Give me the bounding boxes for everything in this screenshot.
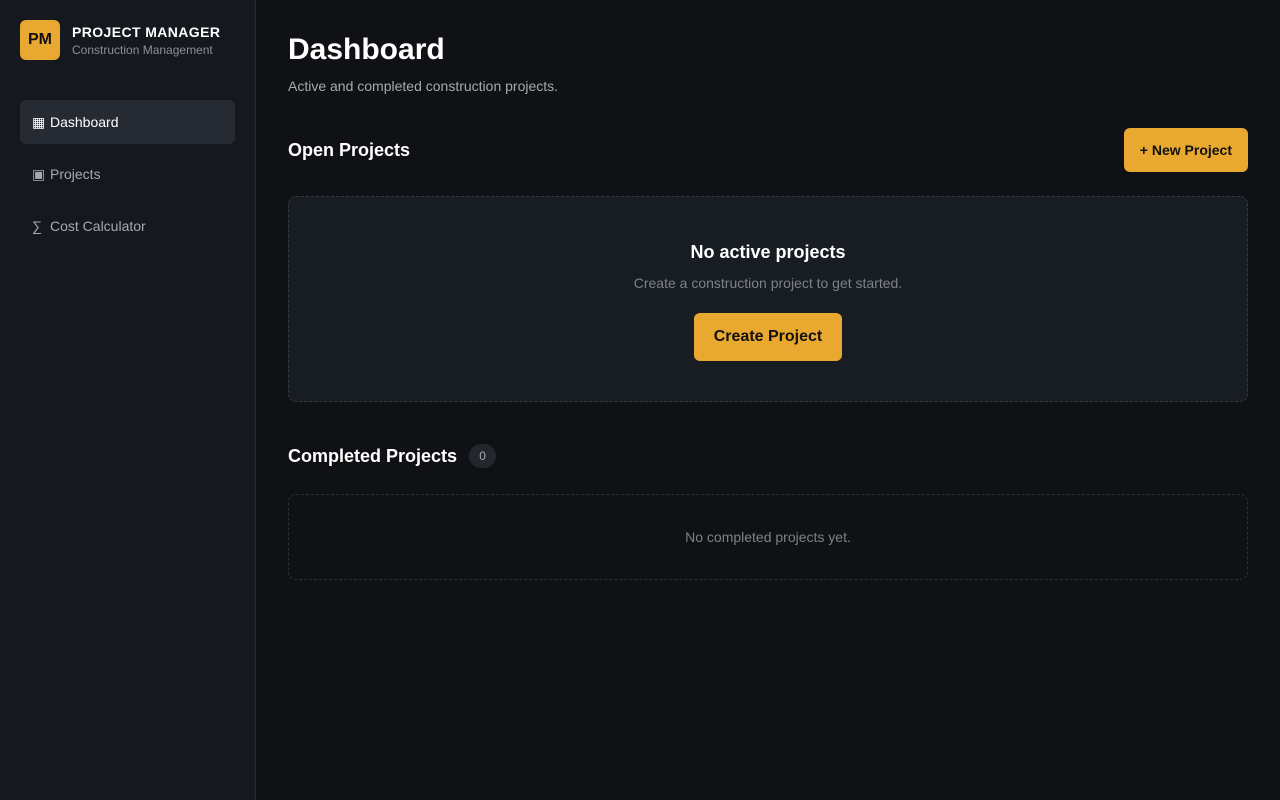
sidebar-item-label: Projects (50, 166, 101, 182)
brand-text: PROJECT MANAGER Construction Management (72, 24, 220, 57)
open-projects-empty-state: No active projects Create a construction… (288, 196, 1248, 402)
sidebar-item-cost-calculator[interactable]: ∑ Cost Calculator (20, 204, 235, 248)
square-icon: ▣ (32, 165, 46, 182)
sidebar-nav: ▦ Dashboard ▣ Projects ∑ Cost Calculator (20, 100, 235, 256)
page-title: Dashboard (288, 33, 445, 66)
sidebar-item-label: Dashboard (50, 114, 119, 130)
brand-subtitle: Construction Management (72, 42, 213, 57)
logo: PM (20, 20, 60, 60)
completed-projects-empty-state: No completed projects yet. (288, 494, 1248, 580)
completed-empty-text: No completed projects yet. (685, 529, 851, 545)
sidebar-item-dashboard[interactable]: ▦ Dashboard (20, 100, 235, 144)
empty-state-title: No active projects (690, 242, 846, 262)
page-subtitle: Active and completed construction projec… (288, 78, 559, 94)
completed-projects-header: Completed Projects 0 (288, 444, 1248, 468)
sidebar-item-label: Cost Calculator (50, 218, 146, 234)
open-projects-title: Open Projects (288, 139, 411, 160)
main-content: Dashboard Active and completed construct… (256, 0, 1280, 800)
app: PM PROJECT MANAGER Construction Manageme… (0, 0, 1280, 800)
create-project-button[interactable]: Create Project (693, 313, 843, 361)
open-projects-header: Open Projects + New Project (288, 128, 1248, 172)
brand-name: PROJECT MANAGER (72, 23, 221, 40)
sidebar-item-projects[interactable]: ▣ Projects (20, 152, 235, 196)
empty-state-text: Create a construction project to get sta… (633, 275, 903, 291)
sigma-icon: ∑ (32, 218, 42, 234)
brand: PM PROJECT MANAGER Construction Manageme… (20, 20, 235, 60)
completed-projects-title: Completed Projects (288, 445, 458, 466)
completed-count-badge: 0 (469, 444, 497, 468)
grid-icon: ▦ (32, 113, 46, 130)
sidebar: PM PROJECT MANAGER Construction Manageme… (0, 0, 256, 800)
new-project-button[interactable]: + New Project (1123, 128, 1248, 172)
